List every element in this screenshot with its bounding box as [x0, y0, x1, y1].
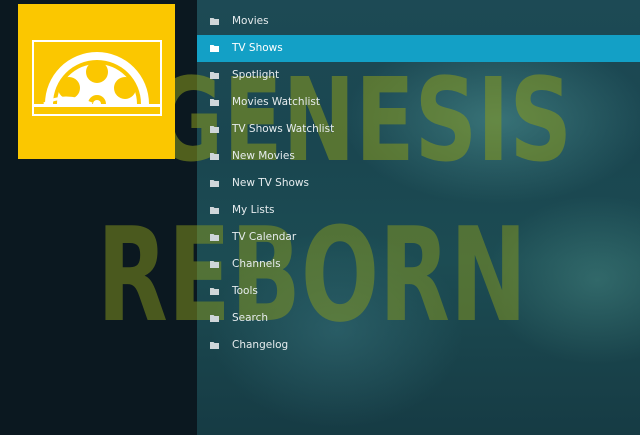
folder-icon [210, 153, 219, 160]
menu-item-tv-calendar[interactable]: TV Calendar [197, 224, 640, 251]
folder-icon [210, 234, 219, 241]
main-menu: Movies TV Shows Spotlight Movies Watchli… [197, 8, 640, 359]
menu-item-new-movies[interactable]: New Movies [197, 143, 640, 170]
folder-icon [210, 315, 219, 322]
folder-icon [210, 126, 219, 133]
folder-icon [210, 45, 219, 52]
menu-item-movies-watchlist[interactable]: Movies Watchlist [197, 89, 640, 116]
film-reel-icon [34, 52, 160, 107]
menu-item-search[interactable]: Search [197, 305, 640, 332]
menu-item-my-lists[interactable]: My Lists [197, 197, 640, 224]
folder-icon [210, 288, 219, 295]
menu-item-label: TV Shows [232, 42, 283, 54]
folder-icon [210, 72, 219, 79]
menu-item-label: New TV Shows [232, 177, 309, 189]
folder-icon [210, 261, 219, 268]
menu-item-label: Movies Watchlist [232, 96, 320, 108]
folder-icon [210, 99, 219, 106]
menu-item-label: New Movies [232, 150, 295, 162]
menu-item-tv-shows-watchlist[interactable]: TV Shows Watchlist [197, 116, 640, 143]
menu-item-label: Tools [232, 285, 258, 297]
menu-item-channels[interactable]: Channels [197, 251, 640, 278]
folder-icon [210, 207, 219, 214]
addon-poster [18, 4, 175, 159]
menu-item-label: My Lists [232, 204, 275, 216]
menu-item-label: Channels [232, 258, 281, 270]
folder-icon [210, 18, 219, 25]
folder-icon [210, 180, 219, 187]
menu-item-label: Movies [232, 15, 269, 27]
menu-item-tools[interactable]: Tools [197, 278, 640, 305]
menu-item-label: TV Calendar [232, 231, 297, 243]
menu-item-label: Search [232, 312, 269, 324]
menu-item-tv-shows[interactable]: TV Shows [197, 35, 640, 62]
folder-icon [210, 342, 219, 349]
menu-item-label: TV Shows Watchlist [232, 123, 335, 135]
poster-frame [32, 40, 162, 116]
menu-item-label: Changelog [232, 339, 289, 351]
menu-item-label: Spotlight [232, 69, 280, 81]
menu-item-movies[interactable]: Movies [197, 8, 640, 35]
menu-item-new-tv-shows[interactable]: New TV Shows [197, 170, 640, 197]
menu-item-spotlight[interactable]: Spotlight [197, 62, 640, 89]
menu-item-changelog[interactable]: Changelog [197, 332, 640, 359]
